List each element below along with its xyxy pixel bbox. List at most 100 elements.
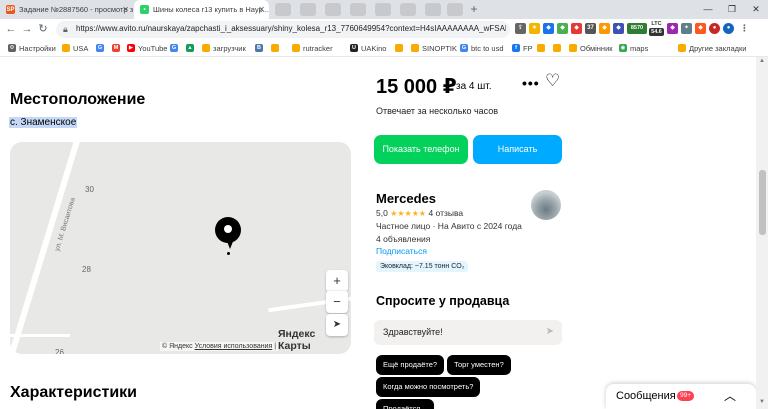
zoom-in-button[interactable]: + xyxy=(326,270,348,292)
map-road xyxy=(10,334,70,337)
show-phone-button[interactable]: Показать телефон xyxy=(374,135,468,164)
tab-pinned[interactable] xyxy=(350,3,366,16)
close-icon[interactable]: ✕ xyxy=(122,5,129,14)
forward-icon[interactable]: → xyxy=(20,22,34,36)
profile-icon[interactable]: ● xyxy=(709,23,720,34)
bookmark-folder[interactable] xyxy=(395,42,406,54)
map-attribution: © Яндекс Условия использования | xyxy=(160,342,279,351)
bookmark-folder[interactable] xyxy=(271,42,282,54)
bookmark-google[interactable]: G xyxy=(96,42,107,54)
seller-avatar[interactable] xyxy=(531,190,561,220)
scroll-up-icon[interactable]: ▲ xyxy=(756,58,768,68)
seller-rating[interactable]: 5,0 ★★★★★ 4 отзыва xyxy=(376,208,463,218)
share-icon[interactable]: ⇪ xyxy=(515,23,526,34)
folder-icon xyxy=(202,44,210,52)
location-pin-tail xyxy=(226,239,234,249)
bookmark-youtube[interactable]: ▶ YouTube xyxy=(127,42,167,54)
rating-stars-icon: ★★★★★ xyxy=(390,209,427,218)
scrollbar-thumb[interactable] xyxy=(759,170,766,235)
ask-input[interactable]: Здравствуйте! ➤ xyxy=(374,320,562,345)
bookmark-fp[interactable]: f FP xyxy=(512,42,533,54)
menu-icon[interactable]: ⋮ xyxy=(739,23,750,34)
page-content: Местоположение с. Знаменское 30 28 26 ул… xyxy=(0,57,756,409)
yandex-maps-logo[interactable]: Яндекс Карты xyxy=(278,328,351,352)
more-icon[interactable]: ••• xyxy=(522,75,540,91)
btc-widget[interactable]: 8570 xyxy=(627,23,647,34)
terms-link[interactable]: Условия использования xyxy=(195,343,273,350)
bookmark-exchanger[interactable]: Обмінник xyxy=(569,42,613,54)
favorite-heart-icon[interactable]: ♡ xyxy=(545,71,560,91)
star-icon[interactable]: ★ xyxy=(529,23,540,34)
tab-pinned[interactable] xyxy=(300,3,316,16)
bookmark-settings[interactable]: ⚙ Настройки xyxy=(8,42,56,54)
bookmark-uakino[interactable]: U UAKino xyxy=(350,42,386,54)
bookmark-btc[interactable]: Gbtc to usd xyxy=(460,42,504,54)
zoom-out-button[interactable]: − xyxy=(326,290,348,313)
scroll-down-icon[interactable]: ▼ xyxy=(756,399,768,409)
folder-icon xyxy=(411,44,419,52)
house-number: 26 xyxy=(55,348,64,354)
question-chip[interactable]: Когда можно посмотреть? xyxy=(376,377,481,397)
seller-name[interactable]: Mercedes xyxy=(376,191,436,206)
tab-title: Шины колеса r13 купить в Наур... xyxy=(153,5,269,14)
bookmark-loader[interactable]: загрузчик xyxy=(202,42,246,54)
write-button[interactable]: Написать xyxy=(473,135,562,164)
folder-icon xyxy=(553,44,561,52)
close-window-button[interactable]: ✕ xyxy=(744,0,768,19)
extension-icon[interactable]: ◆ xyxy=(571,23,582,34)
map[interactable]: 30 28 26 ул. М. Висаитова + − ➤ © Яндекс… xyxy=(10,142,351,354)
bookmark-google[interactable]: G xyxy=(170,42,181,54)
seller-ads-count: 4 объявления xyxy=(376,234,431,244)
tab-pinned[interactable] xyxy=(400,3,416,16)
extension-badge[interactable]: 37 xyxy=(585,23,596,34)
new-tab-button[interactable]: + xyxy=(467,2,481,16)
question-chip[interactable]: Продаётся... xyxy=(376,399,434,409)
extension-icon[interactable]: ◆ xyxy=(543,23,554,34)
tab-pinned[interactable] xyxy=(425,3,441,16)
bookmark-folder[interactable] xyxy=(553,42,564,54)
question-chip[interactable]: Ещё продаёте? xyxy=(376,355,445,375)
tab-task[interactable]: SP Задание №2887560 - просмотр з... ✕ xyxy=(0,0,133,19)
messages-panel[interactable]: Сообщения 99+ ︿ xyxy=(606,384,756,409)
subscribe-link[interactable]: Подписаться xyxy=(376,246,427,256)
bookmark-drive[interactable]: ▲ xyxy=(186,42,197,54)
tab-title: Задание №2887560 - просмотр з... xyxy=(19,5,133,14)
bookmark-folder[interactable] xyxy=(537,42,548,54)
bookmark-maps[interactable]: ◉ maps xyxy=(619,42,648,54)
send-icon[interactable]: ➤ xyxy=(546,326,554,337)
response-time: Отвечает за несколько часов xyxy=(376,106,499,116)
ask-seller-heading: Спросите у продавца xyxy=(376,294,510,308)
reload-icon[interactable]: ↻ xyxy=(36,22,50,36)
bookmark-usa[interactable]: USA xyxy=(62,42,88,54)
map-road xyxy=(10,142,81,354)
maximize-button[interactable]: ❐ xyxy=(720,0,744,19)
avatar[interactable]: ● xyxy=(723,23,734,34)
tab-pinned[interactable] xyxy=(325,3,341,16)
tab-pinned[interactable] xyxy=(375,3,391,16)
bookmark-gmail[interactable]: M xyxy=(112,42,123,54)
tab-pinned[interactable] xyxy=(275,3,291,16)
question-chip[interactable]: Торг уместен? xyxy=(447,355,511,375)
other-bookmarks[interactable]: Другие закладки xyxy=(678,42,746,54)
google-icon: G xyxy=(96,44,104,52)
back-icon[interactable]: ← xyxy=(4,22,18,36)
ltc-widget[interactable]: 54.6 xyxy=(649,28,664,36)
bookmarks-bar: ⚙ Настройки USA G M ▶ YouTube G ▲ загрузчи… xyxy=(0,40,768,57)
extension-icon[interactable]: ◆ xyxy=(695,23,706,34)
url-field[interactable]: 🔒︎ https://www.avito.ru/naurskaya/zapcha… xyxy=(56,21,510,38)
bookmark-vk[interactable]: B xyxy=(255,42,266,54)
bookmark-sinoptik[interactable]: SINOPTIK xyxy=(411,42,457,54)
drive-icon: ▲ xyxy=(186,44,194,52)
folder-icon xyxy=(569,44,577,52)
extension-icon[interactable]: ◆ xyxy=(557,23,568,34)
minimize-button[interactable]: — xyxy=(696,0,720,19)
extension-icon[interactable]: ◆ xyxy=(599,23,610,34)
tab-avito[interactable]: • Шины колеса r13 купить в Наур... ✕ xyxy=(134,0,269,19)
bookmark-rutracker[interactable]: rutracker xyxy=(292,42,333,54)
close-icon[interactable]: ✕ xyxy=(258,5,265,14)
extension-icon[interactable]: ◆ xyxy=(667,23,678,34)
extension-icon[interactable]: ◆ xyxy=(613,23,624,34)
puzzle-icon[interactable]: ✦ xyxy=(681,23,692,34)
tab-pinned[interactable] xyxy=(447,3,463,16)
chevron-up-icon[interactable]: ︿ xyxy=(724,387,736,404)
